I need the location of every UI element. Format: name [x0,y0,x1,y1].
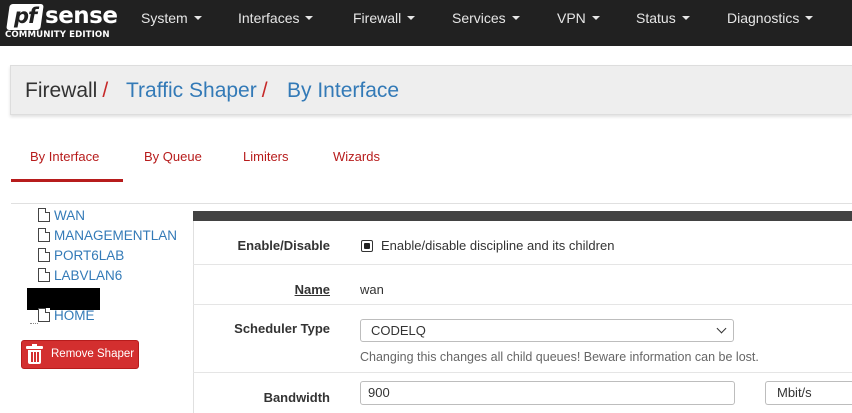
tree-item-wan[interactable]: WAN [38,208,85,228]
row-divider [193,304,852,305]
row-divider [193,372,852,373]
tree-item-port6lab-label[interactable]: PORT6LAB [54,248,124,263]
document-icon [38,308,50,322]
enable-checkbox[interactable] [361,240,373,252]
logo-edition-text: COMMUNITY EDITION [5,30,110,40]
breadcrumb-firewall-label: Firewall [25,79,98,102]
nav-interfaces-label: Interfaces [238,10,300,26]
logo-pf-mark: pf [6,4,44,30]
remove-shaper-button[interactable]: Remove Shaper [21,340,139,369]
caret-down-icon [305,16,314,21]
bandwidth-input[interactable]: 900 [360,381,735,405]
tab-limiters[interactable]: Limiters [243,140,289,180]
nav-firewall[interactable]: Firewall [353,0,416,46]
caret-down-icon [591,16,600,21]
trash-icon [26,344,43,365]
name-value: wan [360,282,384,297]
document-icon [38,268,50,282]
caret-down-icon [805,16,814,21]
logo-sense-text: sense [45,3,118,29]
tree-item-labvlan6-label[interactable]: LABVLAN6 [54,268,122,283]
tree-item-wan-label[interactable]: WAN [54,208,85,223]
scheduler-type-label: Scheduler Type [234,321,330,336]
tree-item-home-label[interactable]: HOME [54,308,95,323]
caret-down-icon [193,16,202,21]
scheduler-type-value: CODELQ [371,323,426,338]
breadcrumb-separator: / [102,79,109,102]
tree-item-port6lab[interactable]: PORT6LAB [38,248,124,268]
chevron-down-icon [716,323,727,334]
breadcrumb-traffic-shaper-label[interactable]: Traffic Shaper [126,79,257,102]
panel-header [193,211,852,221]
nav-services[interactable]: Services [452,0,520,46]
breadcrumb-separator: / [261,79,268,102]
active-tab-indicator [11,179,123,182]
nav-vpn[interactable]: VPN [557,0,600,46]
nav-services-label: Services [452,10,506,26]
caret-down-icon [407,16,416,21]
tree-connector [30,323,38,324]
nav-diagnostics-label: Diagnostics [727,10,800,26]
tab-wizards[interactable]: Wizards [333,140,380,180]
bandwidth-unit-select[interactable]: Mbit/s [765,381,852,405]
tree-item-labvlan6[interactable]: LABVLAN6 [38,268,122,288]
enable-checkbox-text: Enable/disable discipline and its childr… [381,238,615,253]
nav-status-label: Status [636,10,676,26]
caret-down-icon [511,16,520,21]
nav-system[interactable]: System [141,0,202,46]
breadcrumb-traffic-shaper[interactable]: Traffic Shaper / [126,78,268,104]
tree-item-home[interactable]: HOME [30,308,95,328]
document-icon [38,208,50,222]
nav-status[interactable]: Status [636,0,690,46]
enable-disable-label: Enable/Disable [237,238,330,253]
scheduler-help-text: Changing this changes all child queues! … [360,350,759,364]
remove-shaper-label: Remove Shaper [51,348,135,360]
tabs-divider [11,203,852,204]
pfsense-logo[interactable]: pf sense COMMUNITY EDITION [5,3,118,43]
tab-by-queue[interactable]: By Queue [144,140,202,180]
bandwidth-label: Bandwidth [263,390,330,405]
logo-pf-text: pf [13,4,37,28]
nav-firewall-label: Firewall [353,10,402,26]
breadcrumb: Firewall / Traffic Shaper / By Interface [10,65,852,115]
scheduler-type-select[interactable]: CODELQ [360,319,734,342]
nav-diagnostics[interactable]: Diagnostics [727,0,814,46]
nav-system-label: System [141,10,188,26]
tab-by-interface[interactable]: By Interface [30,140,99,180]
breadcrumb-firewall: Firewall / [25,78,108,104]
nav-vpn-label: VPN [557,10,586,26]
breadcrumb-by-interface[interactable]: By Interface [287,78,399,104]
document-icon [38,248,50,262]
redacted-tree-item [27,288,100,310]
caret-down-icon [681,16,690,21]
row-divider [193,264,852,265]
top-navbar: pf sense COMMUNITY EDITION System Interf… [0,0,852,46]
document-icon [38,228,50,242]
tree-item-managementlan[interactable]: MANAGEMENTLAN [38,228,177,248]
tree-item-managementlan-label[interactable]: MANAGEMENTLAN [54,228,177,243]
nav-interfaces[interactable]: Interfaces [238,0,314,46]
name-label: Name [294,282,330,297]
